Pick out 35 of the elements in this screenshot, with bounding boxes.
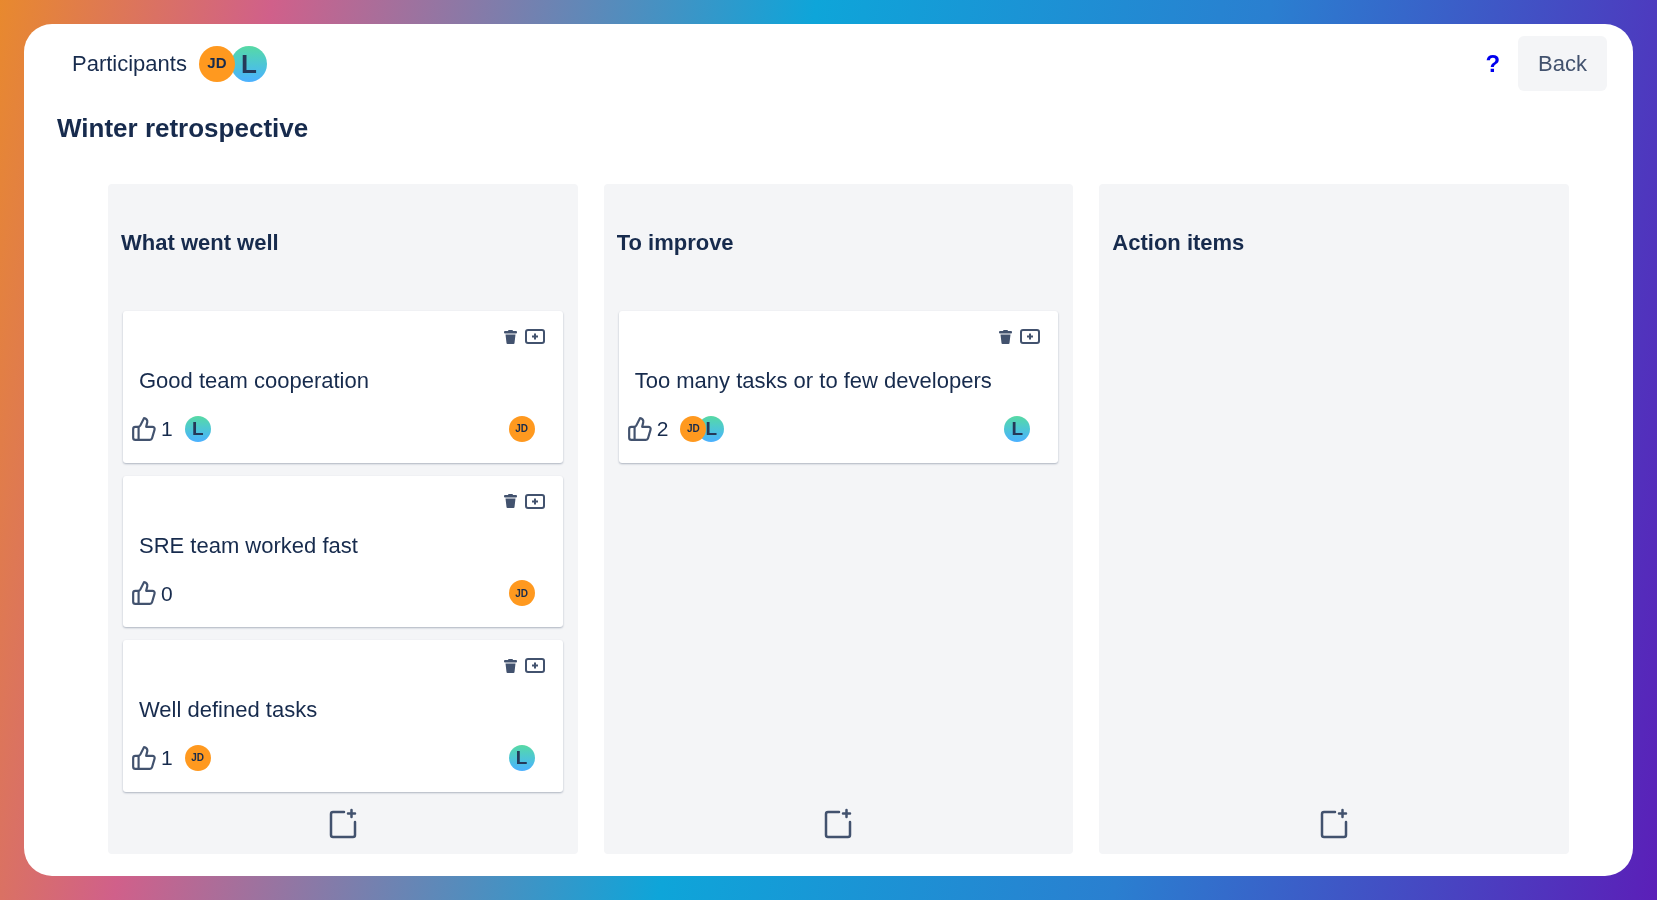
card-text: Well defined tasks bbox=[139, 696, 319, 724]
trash-icon[interactable] bbox=[503, 494, 517, 508]
thumbs-up-icon[interactable] bbox=[626, 415, 653, 442]
add-icon[interactable] bbox=[524, 493, 545, 509]
trash-icon[interactable] bbox=[999, 329, 1013, 344]
avatar: L bbox=[1004, 415, 1031, 442]
thumbs-up-icon[interactable] bbox=[131, 580, 157, 607]
avatar: JD bbox=[184, 744, 211, 771]
trash-icon[interactable] bbox=[503, 658, 517, 673]
add-icon[interactable] bbox=[524, 329, 545, 344]
card-text: Good team cooperation bbox=[139, 367, 370, 395]
vote-count: 2 bbox=[656, 416, 669, 442]
help-link[interactable]: ? bbox=[1485, 45, 1501, 82]
avatar: JD bbox=[508, 415, 535, 442]
column-title: To improve bbox=[616, 229, 735, 257]
card-text: Too many tasks or to few developers bbox=[634, 367, 993, 395]
avatar: JD bbox=[198, 45, 235, 82]
participants-label: Participants bbox=[72, 50, 187, 78]
avatar: L bbox=[184, 415, 211, 442]
trash-icon[interactable] bbox=[503, 329, 517, 344]
column-title: Action items bbox=[1112, 229, 1246, 257]
back-button[interactable]: Back bbox=[1518, 36, 1607, 91]
vote-count: 1 bbox=[161, 416, 173, 442]
avatar: JD bbox=[680, 415, 707, 442]
thumbs-up-icon[interactable] bbox=[131, 415, 157, 442]
avatar: L bbox=[508, 744, 535, 771]
add-icon[interactable] bbox=[524, 658, 545, 673]
vote-count: 1 bbox=[161, 745, 173, 771]
card-text: SRE team worked fast bbox=[139, 531, 359, 560]
thumbs-up-icon[interactable] bbox=[131, 744, 157, 771]
avatar: JD bbox=[508, 580, 535, 607]
board-title: Winter retrospective bbox=[57, 112, 310, 145]
vote-count: 0 bbox=[161, 580, 173, 607]
add-icon[interactable] bbox=[1020, 329, 1041, 344]
column-title: What went well bbox=[121, 229, 280, 257]
